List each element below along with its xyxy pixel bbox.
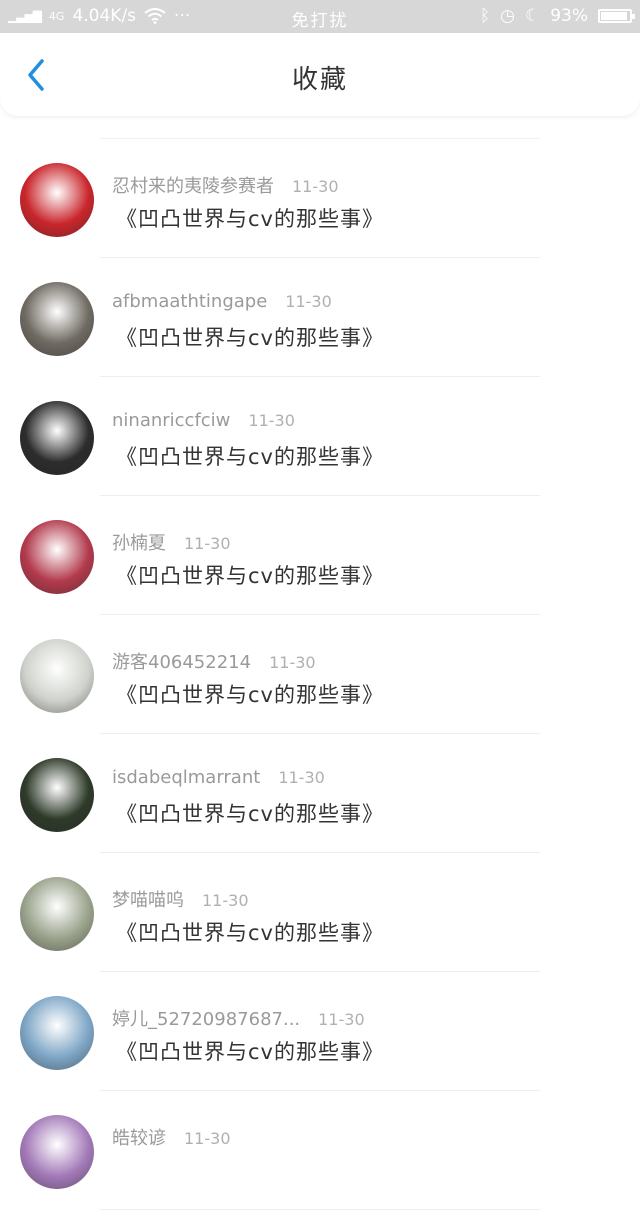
username: 皓较谚 [112,1128,166,1149]
favorite-item[interactable]: 孙楠夏 11-30 《凹凸世界与cv的那些事》 [0,496,640,615]
book-title[interactable]: 《凹凸世界与cv的那些事》 [116,441,384,471]
username: ninanriccfciw [112,410,231,431]
avatar[interactable] [20,758,94,832]
avatar[interactable] [20,520,94,594]
avatar[interactable] [20,1115,94,1189]
date: 11-30 [184,534,231,553]
favorites-list: 忍村来的夷陵参赛者 11-30 《凹凸世界与cv的那些事》 afbmaathtin… [0,116,640,1210]
avatar[interactable] [20,639,94,713]
book-title[interactable]: 《凹凸世界与cv的那些事》 [116,322,384,352]
nav-header: 收藏 [0,33,640,116]
date: 11-30 [202,891,249,910]
date: 11-30 [292,177,339,196]
favorite-item[interactable]: 婷儿_52720987687... 11-30 《凹凸世界与cv的那些事》 [0,972,640,1091]
book-title[interactable]: 《凹凸世界与cv的那些事》 [116,1036,384,1066]
moon-icon: ☾ [524,6,541,26]
status-bar: ▁▃▅▇ 4G 4.04K/s ··· 免打扰 ᛒ ◷ ☾ 93% [0,0,640,33]
divider [100,116,540,139]
book-title[interactable]: 《凹凸世界与cv的那些事》 [116,679,384,709]
book-title[interactable]: 《凹凸世界与cv的那些事》 [116,203,384,233]
book-title[interactable]: 《凹凸世界与cv的那些事》 [116,798,384,828]
date: 11-30 [269,653,316,672]
date: 11-30 [278,768,325,787]
favorite-item[interactable]: afbmaathtingape 11-30 《凹凸世界与cv的那些事》 [0,258,640,377]
username: 梦喵喵呜 [112,890,184,911]
favorite-item[interactable]: ninanriccfciw 11-30 《凹凸世界与cv的那些事》 [0,377,640,496]
favorite-item[interactable]: 皓较谚 11-30 [0,1091,640,1210]
battery-icon [598,9,635,23]
alarm-icon: ◷ [500,6,515,26]
avatar[interactable] [20,401,94,475]
username: isdabeqlmarrant [112,767,261,788]
avatar[interactable] [20,996,94,1070]
avatar[interactable] [20,877,94,951]
username: 游客406452214 [112,652,252,673]
username: 婷儿_52720987687... [112,1009,301,1030]
date: 11-30 [318,1010,365,1029]
page-title: 收藏 [291,65,348,95]
book-title[interactable]: 《凹凸世界与cv的那些事》 [116,560,384,590]
date: 11-30 [248,411,295,430]
date: 11-30 [184,1129,231,1148]
favorite-item[interactable]: 忍村来的夷陵参赛者 11-30 《凹凸世界与cv的那些事》 [0,139,640,258]
battery-percent: 93% [550,6,588,26]
bluetooth-icon: ᛒ [479,6,491,26]
favorite-item[interactable]: isdabeqlmarrant 11-30 《凹凸世界与cv的那些事》 [0,734,640,853]
date: 11-30 [285,292,332,311]
username: 忍村来的夷陵参赛者 [112,176,274,197]
username: afbmaathtingape [112,291,268,312]
favorite-item[interactable]: 梦喵喵呜 11-30 《凹凸世界与cv的那些事》 [0,853,640,972]
avatar[interactable] [20,282,94,356]
avatar[interactable] [20,163,94,237]
book-title[interactable]: 《凹凸世界与cv的那些事》 [116,917,384,947]
username: 孙楠夏 [112,533,166,554]
favorite-item[interactable]: 游客406452214 11-30 《凹凸世界与cv的那些事》 [0,615,640,734]
